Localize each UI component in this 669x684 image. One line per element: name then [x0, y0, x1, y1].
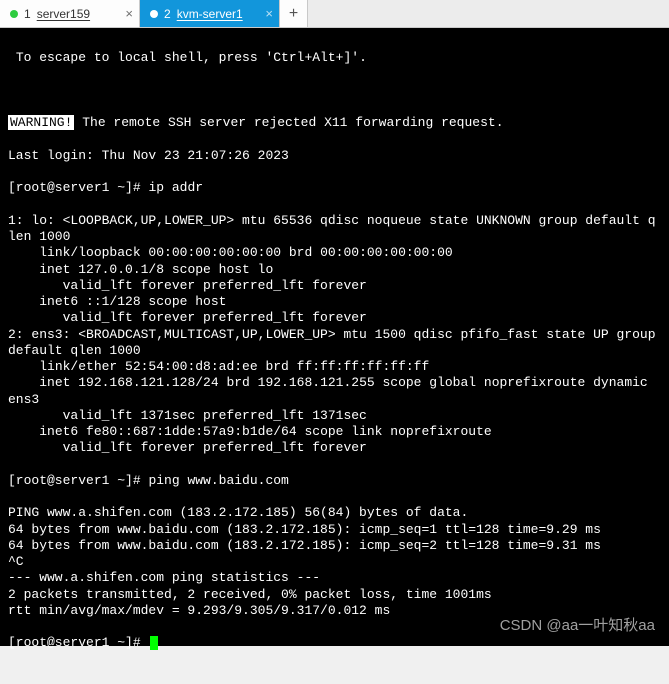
terminal-view[interactable]: To escape to local shell, press 'Ctrl+Al… [0, 28, 669, 646]
prompt: [root@server1 ~]# [8, 635, 148, 650]
close-icon[interactable]: × [125, 7, 133, 20]
status-dot-icon [150, 10, 158, 18]
watermark: CSDN @aa一叶知秋aa [500, 617, 655, 636]
warning-line: WARNING! The remote SSH server rejected … [8, 115, 661, 131]
tab-label: server159 [37, 7, 120, 21]
warning-badge: WARNING! [8, 115, 74, 130]
tab-index: 2 [164, 7, 171, 21]
tab-label: kvm-server1 [177, 7, 260, 21]
tab-index: 1 [24, 7, 31, 21]
command: ping www.baidu.com [148, 473, 288, 488]
prompt-line: [root@server1 ~]# [8, 635, 661, 651]
blank-line [8, 83, 661, 99]
cursor-icon [150, 636, 158, 650]
new-tab-button[interactable]: + [280, 0, 308, 27]
ping-output: PING www.a.shifen.com (183.2.172.185) 56… [8, 505, 661, 619]
prompt-line: [root@server1 ~]# ping www.baidu.com [8, 473, 661, 489]
plus-icon: + [289, 5, 299, 23]
tab-bar: 1 server159 × 2 kvm-server1 × + [0, 0, 669, 28]
tab-server159[interactable]: 1 server159 × [0, 0, 140, 27]
command: ip addr [148, 180, 203, 195]
tab-kvm-server1[interactable]: 2 kvm-server1 × [140, 0, 280, 27]
prompt-line: [root@server1 ~]# ip addr [8, 180, 661, 196]
prompt: [root@server1 ~]# [8, 473, 148, 488]
status-dot-icon [10, 10, 18, 18]
ip-addr-output: 1: lo: <LOOPBACK,UP,LOWER_UP> mtu 65536 … [8, 213, 661, 457]
close-icon[interactable]: × [265, 7, 273, 20]
escape-hint: To escape to local shell, press 'Ctrl+Al… [8, 50, 661, 66]
prompt: [root@server1 ~]# [8, 180, 148, 195]
warning-text: The remote SSH server rejected X11 forwa… [74, 115, 503, 130]
last-login: Last login: Thu Nov 23 21:07:26 2023 [8, 148, 661, 164]
